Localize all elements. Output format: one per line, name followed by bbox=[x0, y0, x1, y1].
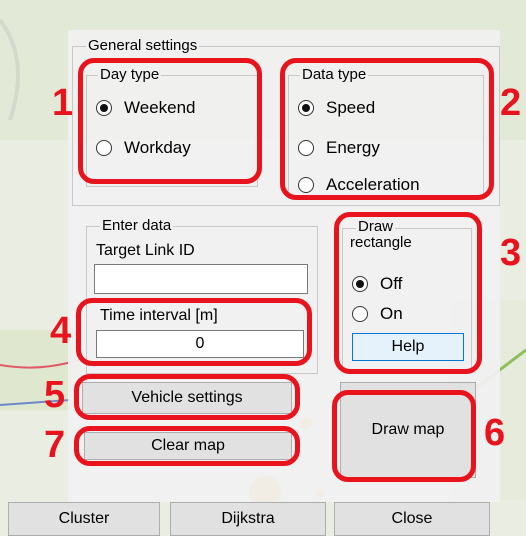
annotation-number-2: 2 bbox=[500, 82, 522, 124]
annotation-number-6: 6 bbox=[484, 412, 506, 454]
enter-data-legend: Enter data bbox=[100, 217, 174, 234]
close-button[interactable]: Close bbox=[334, 502, 490, 536]
highlight-clear-map bbox=[74, 426, 300, 466]
annotation-number-5: 5 bbox=[44, 374, 66, 416]
general-settings-legend: General settings bbox=[86, 37, 200, 54]
highlight-time-interval bbox=[76, 298, 312, 366]
annotation-number-7: 7 bbox=[44, 424, 66, 466]
annotation-number-1: 1 bbox=[52, 82, 74, 124]
dijkstra-button[interactable]: Dijkstra bbox=[170, 502, 326, 536]
annotation-number-3: 3 bbox=[500, 232, 522, 274]
cluster-button[interactable]: Cluster bbox=[8, 502, 160, 536]
highlight-draw-map bbox=[332, 390, 476, 482]
annotation-number-4: 4 bbox=[50, 310, 72, 352]
highlight-draw-rectangle bbox=[334, 212, 482, 374]
highlight-data-type bbox=[280, 58, 494, 200]
highlight-vehicle-settings bbox=[74, 374, 300, 420]
target-link-label: Target Link ID bbox=[96, 242, 195, 259]
target-link-input[interactable] bbox=[94, 264, 308, 294]
highlight-day-type bbox=[78, 58, 262, 184]
